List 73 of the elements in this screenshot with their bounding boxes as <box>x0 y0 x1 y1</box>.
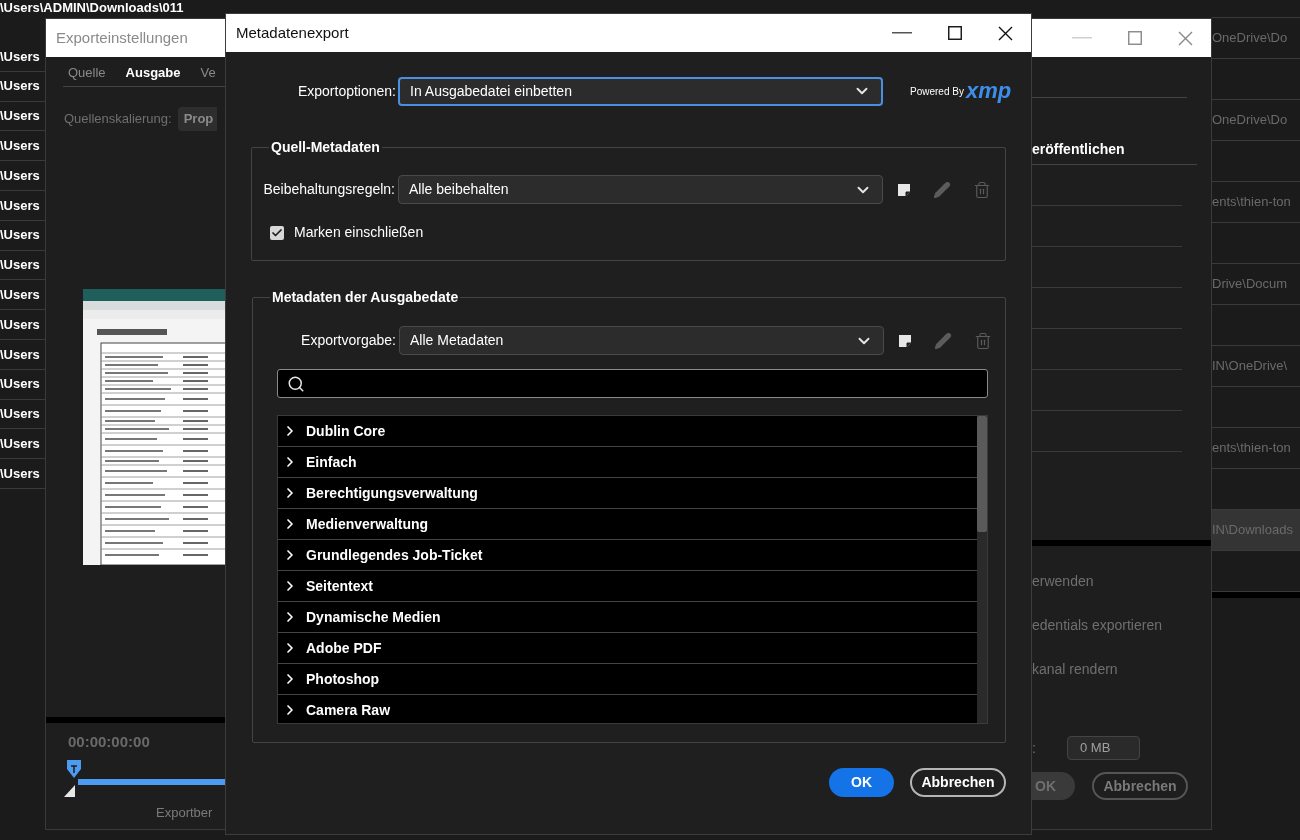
dialog-title: Metadatenexport <box>235 22 349 43</box>
file-path: \Users <box>0 315 40 334</box>
scaling-dropdown[interactable]: Prop <box>177 107 218 131</box>
search-icon <box>287 374 305 393</box>
tree-item[interactable]: Dynamische Medien <box>278 602 977 633</box>
publish-tab[interactable]: eröffentlichen <box>1032 139 1125 160</box>
cancel-button[interactable]: Abbrechen <box>910 768 1006 797</box>
file-path: \Users <box>0 107 40 126</box>
export-options-label: Exportoptionen: <box>296 81 397 101</box>
close-icon[interactable] <box>998 25 1013 41</box>
scrollbar-thumb[interactable] <box>977 416 987 532</box>
ok-button[interactable]: OK <box>829 768 894 797</box>
export-preset-dropdown[interactable]: Alle Metadaten <box>399 326 884 355</box>
file-path: \Users <box>0 137 40 156</box>
timecode: 00:00:00:00 <box>68 732 151 752</box>
new-preset-icon[interactable] <box>897 182 911 197</box>
tree-item[interactable]: Dublin Core <box>278 416 977 447</box>
file-path: ents\thien-ton <box>1212 439 1291 458</box>
tree-item[interactable]: Photoshop <box>278 664 977 695</box>
file-path: \Users <box>0 196 40 215</box>
file-path: ents\thien-ton <box>1212 193 1291 212</box>
group-title: Quell-Metadaten <box>270 138 381 157</box>
file-path: \Users <box>0 77 40 96</box>
retention-rules-dropdown[interactable]: Alle beibehalten <box>398 175 883 204</box>
tab[interactable]: Quelle <box>68 62 106 83</box>
option-label: erwenden <box>1032 571 1095 591</box>
source-scaling-label: Quellenskalierung: <box>64 110 172 129</box>
retention-rules-label: Beibehaltungsregeln: <box>262 180 396 199</box>
timeline-track[interactable] <box>64 759 226 799</box>
tree-item[interactable]: Einfach <box>278 447 977 478</box>
powered-by-text: Powered By <box>910 84 964 99</box>
tab[interactable]: Ve <box>200 62 216 83</box>
tree-item[interactable]: Adobe PDF <box>278 633 977 664</box>
in-point-marker[interactable] <box>64 785 76 797</box>
size-label: : <box>1032 738 1037 758</box>
scrollbar[interactable] <box>977 416 987 723</box>
file-path: \Users <box>0 435 40 453</box>
file-path: \Users <box>0 47 40 66</box>
file-path: OneDrive\Do <box>1212 29 1288 48</box>
size-field[interactable]: 0 MB <box>1067 736 1140 760</box>
minimize-icon[interactable] <box>892 32 912 34</box>
file-path: \Users <box>0 286 40 304</box>
file-path: \Users <box>0 405 40 424</box>
export-preset-label: Exportvorgabe: <box>300 331 397 350</box>
file-path: IN\OneDrive\ <box>1212 357 1288 376</box>
file-path: \Users <box>0 345 40 364</box>
file-path: \Users <box>0 226 40 245</box>
file-path: \Users <box>0 256 40 275</box>
markers-checkbox[interactable]: Marken einschließen <box>270 222 424 243</box>
export-options-dropdown[interactable]: In Ausgabedatei einbetten <box>398 76 883 106</box>
file-path: \Users\ADMIN\Downloads\011 <box>0 0 184 16</box>
tree-item[interactable]: Berechtigungsverwaltung <box>278 478 977 509</box>
search-field[interactable] <box>277 369 988 398</box>
playhead-handle[interactable] <box>66 759 82 779</box>
brand-text: xmp <box>965 80 1012 102</box>
group-title: Metadaten der Ausgabedate <box>271 288 460 307</box>
tree-item[interactable]: Medienverwaltung <box>278 509 977 540</box>
cancel-button[interactable]: Abbrechen <box>1092 772 1188 800</box>
window-title: Exporteinstellungen <box>55 27 188 48</box>
tab[interactable]: Ausgabe <box>125 62 181 83</box>
option-label: edentials exportieren <box>1032 615 1163 635</box>
file-path: Drive\Docum <box>1212 275 1288 294</box>
check-icon <box>271 226 283 239</box>
file-path: \Users <box>0 464 40 483</box>
file-path: OneDrive\Do <box>1212 111 1288 130</box>
file-path: \Users <box>0 375 40 394</box>
new-preset-icon[interactable] <box>898 333 912 348</box>
tree-item[interactable]: Seitentext <box>278 571 977 602</box>
maximize-icon[interactable] <box>948 26 962 40</box>
option-label: kanal rendern <box>1032 659 1119 679</box>
file-path: \Users <box>0 166 40 185</box>
export-range-label: Exportber <box>156 804 214 822</box>
tree-item[interactable]: Grundlegendes Job-Ticket <box>278 540 977 571</box>
